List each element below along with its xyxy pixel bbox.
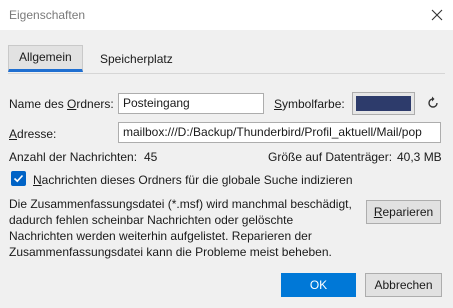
ok-button[interactable]: OK	[281, 273, 356, 297]
color-swatch	[356, 96, 411, 111]
address-label-post: dresse:	[17, 127, 57, 141]
address-label: Adresse:	[9, 127, 56, 141]
close-icon	[431, 9, 443, 21]
reset-color-button[interactable]	[424, 94, 442, 112]
folder-name-label: Name des Ordners:	[9, 97, 114, 111]
global-search-checkbox[interactable]	[11, 171, 26, 186]
folder-name-label-pre: Name des	[9, 97, 68, 111]
address-label-accesskey: A	[9, 127, 18, 141]
reset-icon	[428, 96, 438, 108]
tab-bar: Allgemein Speicherplatz	[8, 45, 445, 74]
global-search-label[interactable]: Nachrichten dieses Ordners für die globa…	[33, 173, 353, 187]
repair-button[interactable]: Reparieren	[366, 200, 441, 224]
message-count-value: 45	[144, 150, 158, 164]
address-field[interactable]: mailbox:///D:/Backup/Thunderbird/Profil_…	[118, 122, 441, 143]
repair-description: Die Zusammenfassungsdatei (*.msf) wird m…	[9, 197, 352, 259]
message-count-label: Anzahl der Nachrichten:	[9, 150, 138, 164]
title-bar: Eigenschaften	[0, 0, 453, 30]
repair-button-label: eparieren	[382, 205, 434, 219]
disk-size-value: 40,3 MB	[397, 150, 442, 164]
color-label: Symbolfarbe:	[274, 97, 345, 111]
global-search-label-accesskey: N	[33, 173, 42, 187]
tab-allgemein[interactable]: Allgemein	[8, 45, 83, 72]
folder-name-label-accesskey: O	[67, 97, 77, 111]
checkmark-icon	[13, 174, 24, 183]
folder-name-label-post: rdners:	[76, 97, 114, 111]
close-button[interactable]	[421, 0, 453, 30]
window-title: Eigenschaften	[9, 8, 86, 22]
tab-speicherplatz[interactable]: Speicherplatz	[90, 45, 183, 72]
color-label-accesskey: S	[274, 97, 283, 111]
color-label-post: ymbolfarbe:	[282, 97, 345, 111]
color-picker-button[interactable]	[352, 92, 415, 115]
disk-size-label: Größe auf Datenträger:	[268, 150, 393, 164]
global-search-label-post: achrichten dieses Ordners für die global…	[41, 173, 353, 187]
cancel-button[interactable]: Abbrechen	[365, 273, 442, 297]
folder-name-input[interactable]: Posteingang	[118, 93, 264, 114]
